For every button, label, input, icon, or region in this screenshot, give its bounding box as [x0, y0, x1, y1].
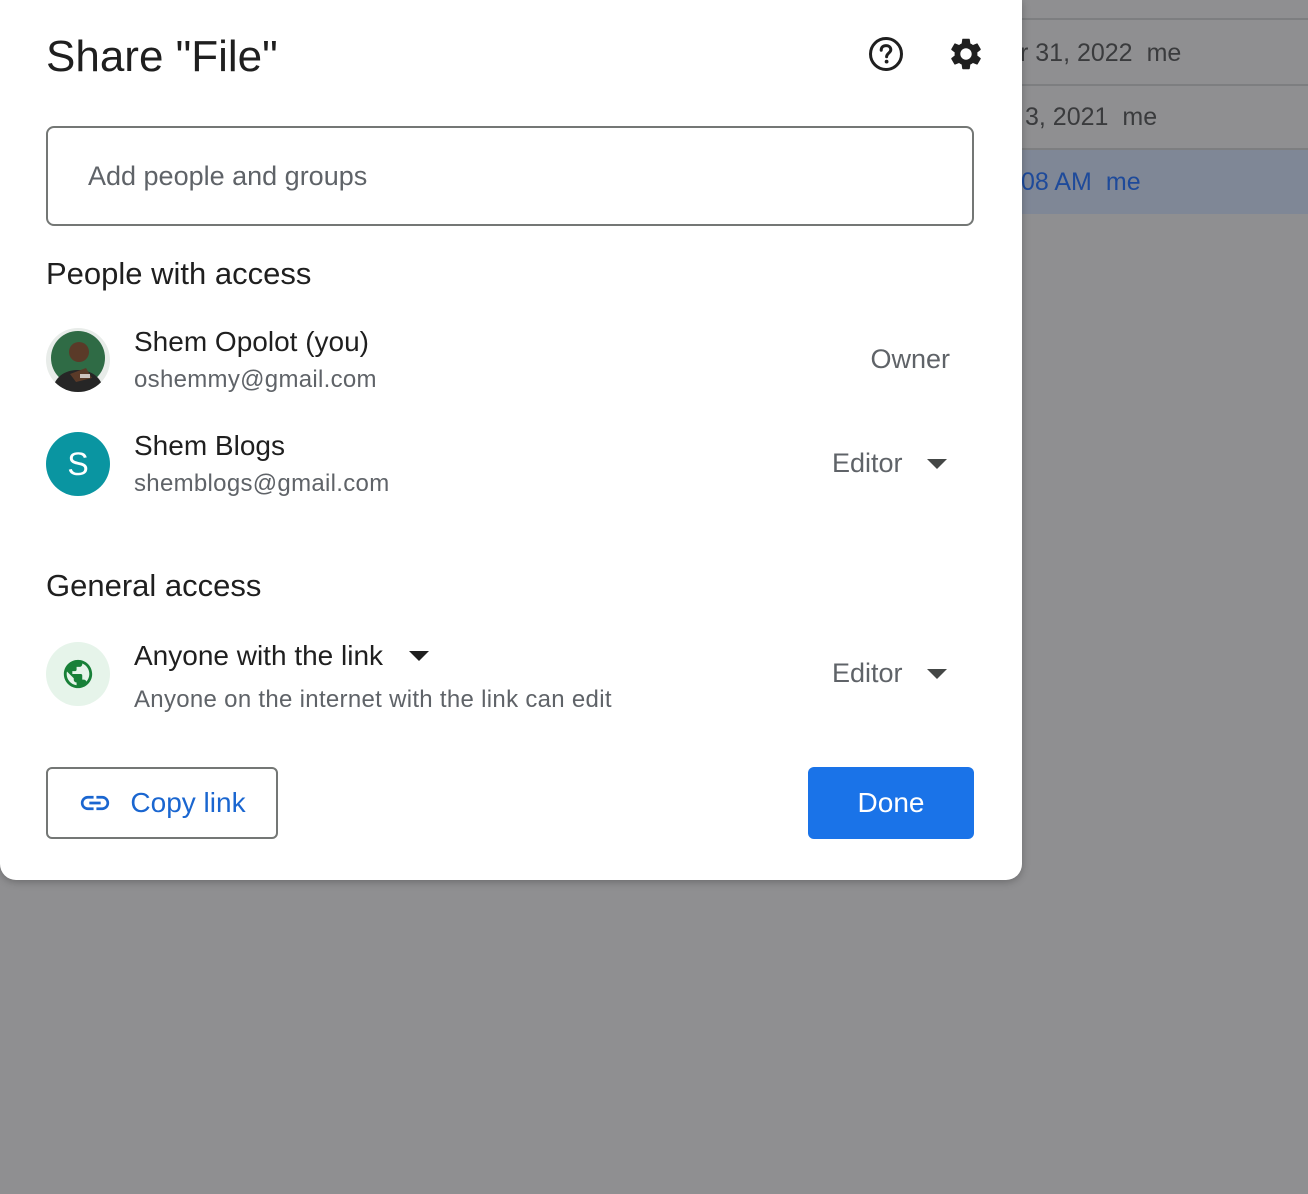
- list-item: [1000, 0, 1308, 20]
- role-label: Editor: [832, 658, 903, 688]
- dialog-title: Share "File": [46, 32, 278, 81]
- modified-date: r 31, 2022: [1020, 38, 1133, 67]
- dropdown-arrow-icon: [409, 651, 430, 661]
- gear-icon: [951, 38, 981, 70]
- avatar: S: [46, 432, 110, 496]
- person-name: Shem Blogs: [134, 430, 285, 461]
- person-name: Shem Opolot (you): [134, 326, 369, 357]
- modified-date: 08 AM: [1021, 167, 1092, 196]
- link-access-description: Anyone on the internet with the link can…: [134, 686, 612, 713]
- link-role-dropdown[interactable]: Editor: [832, 658, 947, 689]
- dropdown-arrow-icon: [926, 458, 947, 469]
- person-email: shemblogs@gmail.com: [134, 470, 390, 497]
- owner-label: me: [1122, 102, 1158, 131]
- owner-label: me: [1105, 167, 1141, 196]
- list-item: 3, 2021 me: [1000, 86, 1308, 150]
- list-item-selected: 08 AM me: [1000, 150, 1308, 214]
- share-dialog: Share "File" People with access She: [0, 0, 1022, 880]
- copy-link-button[interactable]: Copy link: [46, 767, 278, 839]
- dropdown-arrow-icon: [926, 668, 947, 679]
- globe-icon: [63, 659, 93, 689]
- settings-button[interactable]: [944, 32, 988, 76]
- person-row-owner: Shem Opolot (you) oshemmy@gmail.com Owne…: [46, 326, 976, 396]
- owner-role-label: Owner: [870, 344, 950, 374]
- modified-date: 3, 2021: [1025, 102, 1109, 131]
- list-item: r 31, 2022 me: [1000, 22, 1308, 86]
- copy-link-label: Copy link: [130, 787, 246, 818]
- general-access-heading: General access: [46, 568, 262, 603]
- globe-badge: [46, 642, 110, 706]
- background-file-list: r 31, 2022 me 3, 2021 me 08 AM me: [1000, 0, 1308, 214]
- user-photo-icon: [46, 328, 110, 392]
- avatar: [46, 328, 110, 392]
- people-with-access-heading: People with access: [46, 256, 312, 291]
- help-button[interactable]: [864, 32, 908, 76]
- role-label: Editor: [832, 448, 903, 478]
- person-row-editor: S Shem Blogs shemblogs@gmail.com Editor: [46, 430, 976, 500]
- add-people-input[interactable]: [46, 126, 974, 226]
- link-icon: [78, 786, 112, 820]
- general-access-row: Anyone with the link Anyone on the inter…: [46, 640, 976, 720]
- owner-label: me: [1146, 38, 1182, 67]
- help-circle-icon: [869, 37, 903, 71]
- done-button[interactable]: Done: [808, 767, 974, 839]
- link-scope-dropdown[interactable]: Anyone with the link: [134, 640, 430, 672]
- person-email: oshemmy@gmail.com: [134, 366, 377, 393]
- link-scope-label: Anyone with the link: [134, 640, 384, 671]
- person-role-dropdown[interactable]: Editor: [832, 448, 947, 479]
